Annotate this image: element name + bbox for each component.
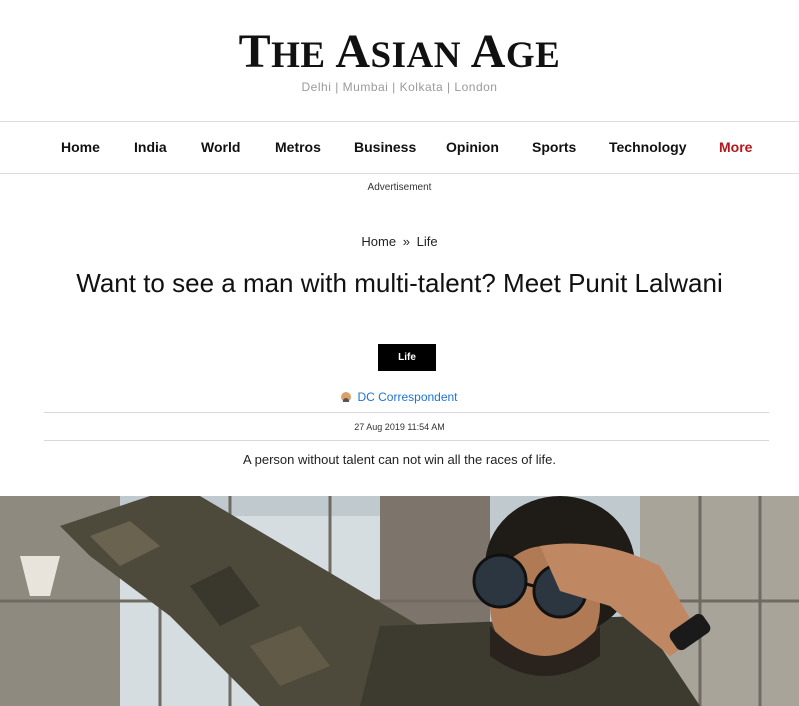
- breadcrumb: Home » Life: [0, 234, 799, 249]
- author-byline: DC Correspondent: [0, 390, 799, 404]
- nav-item-opinion[interactable]: Opinion: [446, 139, 499, 155]
- category-tag[interactable]: Life: [378, 344, 436, 371]
- masthead: THE ASIAN AGE Delhi | Mumbai | Kolkata |…: [0, 0, 799, 121]
- article-headline: Want to see a man with multi-talent? Mee…: [76, 268, 723, 298]
- nav-item-business[interactable]: Business: [354, 139, 416, 155]
- author-name-link[interactable]: DC Correspondent: [357, 390, 457, 404]
- divider: [44, 412, 769, 413]
- breadcrumb-section[interactable]: Life: [417, 234, 438, 249]
- main-navigation: Home India World Metros Business Opinion…: [0, 121, 799, 174]
- divider: [44, 440, 769, 441]
- nav-item-more[interactable]: More: [719, 139, 752, 155]
- nav-item-home[interactable]: Home: [61, 139, 100, 155]
- article-hero-image: [0, 496, 799, 706]
- article-summary: A person without talent can not win all …: [243, 452, 556, 467]
- edition-cities: Delhi | Mumbai | Kolkata | London: [301, 80, 498, 94]
- advertisement-label: Advertisement: [367, 182, 432, 193]
- nav-item-metros[interactable]: Metros: [275, 139, 321, 155]
- nav-item-world[interactable]: World: [201, 139, 240, 155]
- breadcrumb-separator: »: [402, 234, 410, 249]
- nav-item-technology[interactable]: Technology: [609, 139, 687, 155]
- nav-item-sports[interactable]: Sports: [532, 139, 576, 155]
- site-logo[interactable]: THE ASIAN AGE: [0, 25, 799, 79]
- article-dateline: 27 Aug 2019 11:54 AM: [354, 422, 445, 432]
- person-avatar-icon: [341, 392, 352, 402]
- nav-item-india[interactable]: India: [134, 139, 167, 155]
- breadcrumb-home[interactable]: Home: [361, 234, 396, 249]
